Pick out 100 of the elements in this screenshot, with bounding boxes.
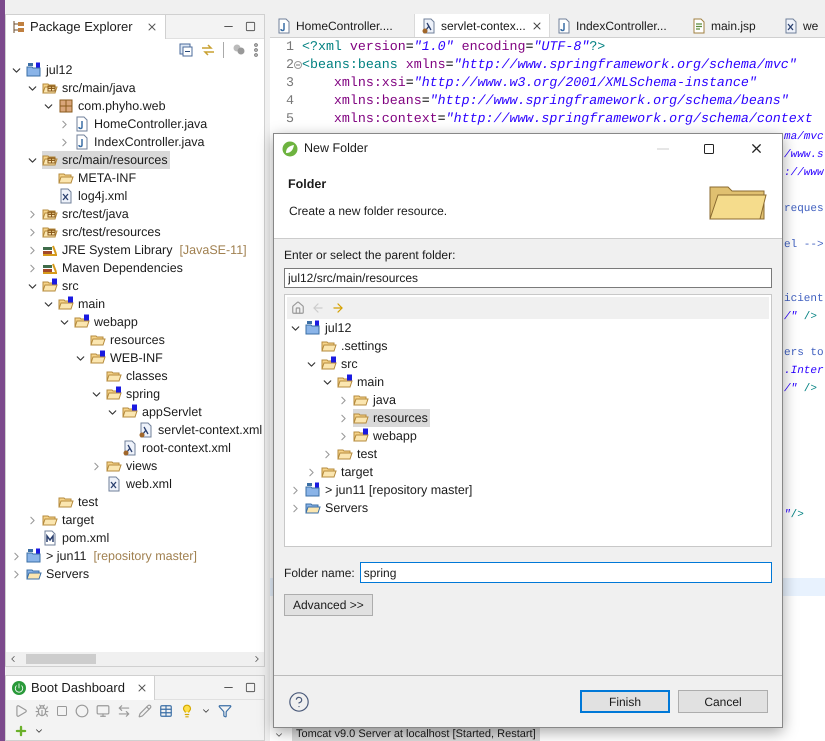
monitor-icon[interactable] (96, 704, 110, 718)
tree-item[interactable]: webapp (353, 427, 419, 445)
tree-item[interactable]: src/main/java (42, 79, 138, 97)
tree-item-decoration: [JavaSE-11] (179, 242, 247, 259)
tree-item[interactable]: test (337, 445, 380, 463)
code-line: ma/mvc (784, 130, 824, 145)
view-tab[interactable]: Boot Dashboard (6, 676, 155, 700)
tree-item[interactable]: com.phyho.web (58, 97, 168, 115)
close-icon[interactable] (136, 682, 148, 694)
filter-icon[interactable] (218, 704, 232, 718)
tree-item[interactable]: WEB-INF (90, 349, 165, 367)
close-icon[interactable] (146, 20, 158, 32)
tree-item[interactable]: > jun11 (26, 547, 88, 565)
home-icon[interactable] (291, 301, 305, 315)
tree-item[interactable]: webapp (74, 313, 140, 331)
code-line: /" /> (784, 310, 818, 325)
fold-icon[interactable] (294, 61, 302, 69)
table-icon[interactable] (159, 704, 173, 718)
file-icon (556, 18, 572, 34)
stop-icon[interactable] (56, 705, 68, 717)
arrows-icon[interactable] (117, 704, 131, 718)
tree-item[interactable]: root-context.xml (122, 439, 233, 457)
link-editor-icon[interactable] (201, 43, 215, 57)
tree-item[interactable]: web.xml (106, 475, 174, 493)
tree-item[interactable]: resources (90, 331, 167, 349)
tree-item[interactable]: main (337, 373, 386, 391)
tree-item[interactable]: servlet-context.xml (138, 421, 264, 439)
folder-icon (90, 350, 106, 366)
close-icon[interactable] (531, 20, 543, 32)
code-line: ers to (784, 346, 824, 361)
tree-item[interactable]: Servers (26, 565, 92, 583)
tree-item[interactable]: src/main/resources (42, 151, 170, 169)
dialog-button[interactable]: Finish (580, 690, 670, 713)
xml-file-icon (122, 440, 138, 456)
tree-item[interactable]: src/test/resources (42, 223, 163, 241)
xml-file-icon (106, 476, 122, 492)
bug-icon[interactable] (35, 704, 49, 718)
tree-item[interactable]: target (42, 511, 96, 529)
file-icon (276, 18, 292, 34)
line-number: 4 (285, 92, 294, 110)
advanced-button[interactable]: Advanced >> (284, 594, 373, 616)
back-icon (311, 301, 325, 315)
maximize-icon[interactable] (245, 21, 256, 32)
project-icon (26, 62, 42, 78)
view-tab[interactable]: Package Explorer (6, 14, 166, 38)
pencil-icon[interactable] (138, 704, 152, 718)
tree-item[interactable]: test (58, 493, 100, 511)
tree-item[interactable]: main (58, 295, 108, 313)
tree-item[interactable]: HomeController.java (74, 115, 210, 133)
tree-item[interactable]: java (353, 391, 398, 409)
collapse-all-icon[interactable] (179, 43, 193, 57)
folder-icon (58, 296, 74, 312)
page-description: Create a new folder resource. (289, 202, 448, 220)
tree-item[interactable]: classes (106, 367, 170, 385)
code-line: xmlns:context="http://www.springframework.org/schema/context (332, 110, 813, 128)
tree-item[interactable]: Servers (305, 499, 370, 517)
tree-item[interactable]: pom.xml (42, 529, 112, 547)
maven-file-icon (42, 530, 58, 546)
code-line: <?xml version="1.0" encoding="UTF-8"?> (302, 38, 606, 56)
parent-folder-field[interactable]: jul12/src/main/resources (284, 268, 772, 288)
maximize-icon[interactable] (245, 682, 256, 693)
tree-item[interactable]: jul12 (305, 319, 354, 337)
maximize-icon[interactable] (703, 142, 715, 154)
code-line: xmlns:beans="http://www.springframework.org/schema/beans" (332, 92, 789, 110)
tree-item[interactable]: .settings (321, 337, 390, 355)
play-icon[interactable] (14, 704, 28, 718)
close-icon[interactable] (749, 141, 764, 156)
tree-item[interactable]: spring (106, 385, 162, 403)
tree-item[interactable]: views (106, 457, 160, 475)
tree-item[interactable]: resources (353, 409, 430, 427)
folder-tree[interactable]: jul12 .settings src main java resources webapp test target > jun11 [repository master] Servers (284, 294, 772, 547)
help-icon[interactable] (288, 690, 310, 712)
tree-item[interactable]: src (42, 277, 81, 295)
view-menu-icon[interactable] (254, 43, 258, 57)
file-icon (691, 18, 707, 34)
leaf-icon (282, 140, 298, 156)
tree-item[interactable]: src/test/java (42, 205, 131, 223)
tree-item[interactable]: target (321, 463, 375, 481)
editor-tab[interactable]: servlet-contex... (415, 14, 550, 37)
line-number: 2 (285, 56, 294, 74)
horizontal-scrollbar[interactable] (6, 652, 264, 666)
tree-item[interactable]: JRE System Library (42, 241, 174, 259)
tree-item[interactable]: src (321, 355, 360, 373)
code-line: xmlns:xsi="http://www.w3.org/2001/XMLSchema-instance" (332, 74, 757, 92)
tree-item[interactable]: IndexController.java (74, 133, 206, 151)
filter-icon[interactable] (232, 43, 246, 57)
circle-icon[interactable] (75, 704, 89, 718)
tree-item[interactable]: META-INF (58, 169, 138, 187)
server-row[interactable]: Tomcat v9.0 Server at localhost [Started, Restart] (292, 728, 540, 741)
dialog-button[interactable]: Cancel (678, 690, 768, 713)
tree-item[interactable]: > jun11 [repository master] (305, 481, 474, 499)
tree-item[interactable]: jul12 (26, 61, 74, 79)
folder-name-field[interactable]: spring (360, 562, 772, 583)
tree-item[interactable]: log4j.xml (58, 187, 130, 205)
view-title: Boot Dashboard (31, 678, 125, 697)
code-line: reques (784, 202, 824, 217)
tree-item[interactable]: appServlet (122, 403, 204, 421)
folder-icon (42, 278, 58, 294)
xml-file-icon (58, 188, 74, 204)
tree-item[interactable]: Maven Dependencies (42, 259, 185, 277)
